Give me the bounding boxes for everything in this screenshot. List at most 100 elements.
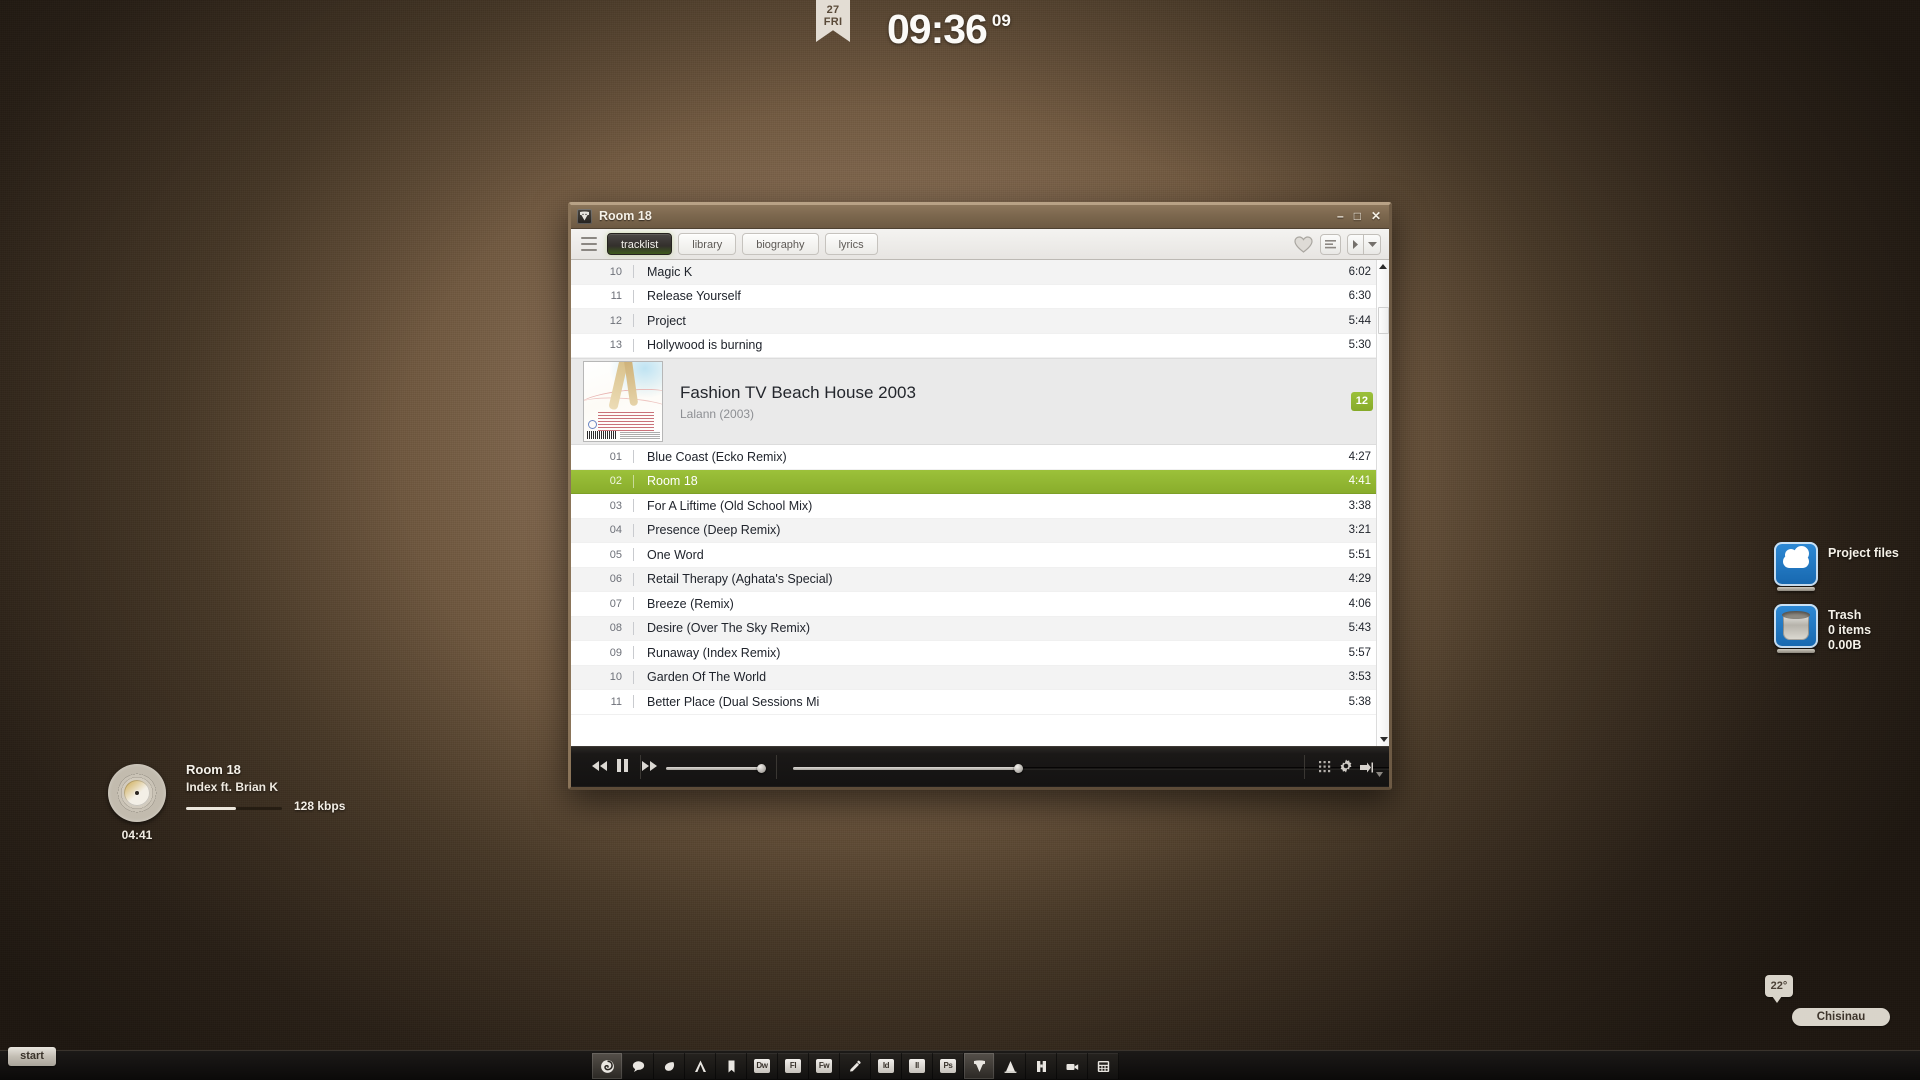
pause-button[interactable] bbox=[617, 759, 628, 777]
clock-seconds: 09 bbox=[991, 11, 1011, 30]
vinyl-record-icon bbox=[108, 764, 166, 822]
track-title: Better Place (Dual Sessions Mi bbox=[647, 694, 820, 709]
table-row[interactable]: 10 Garden Of The World 3:53 bbox=[571, 665, 1389, 690]
table-row[interactable]: 04 Presence (Deep Remix) 3:21 bbox=[571, 518, 1389, 543]
row-separator bbox=[633, 450, 634, 464]
scroll-up-arrow[interactable] bbox=[1377, 260, 1389, 273]
close-button[interactable]: ✕ bbox=[1371, 208, 1381, 224]
taskbar-button-illustrator[interactable]: Il bbox=[902, 1053, 933, 1079]
album-artist-year: Lalann (2003) bbox=[680, 406, 755, 421]
photoshop-icon: Ps bbox=[940, 1059, 956, 1073]
settings-gear-icon[interactable] bbox=[1339, 759, 1353, 778]
track-number: 01 bbox=[609, 450, 622, 463]
weather-city-label[interactable]: Chisinau bbox=[1792, 1008, 1890, 1026]
table-row[interactable]: 05 One Word 5:51 bbox=[571, 543, 1389, 568]
track-title: Project bbox=[647, 313, 686, 328]
trash-size: 0.00B bbox=[1828, 638, 1862, 652]
table-row[interactable]: 10 Magic K 6:02 bbox=[571, 260, 1389, 285]
chevron-down-icon[interactable] bbox=[1376, 764, 1383, 782]
table-row[interactable]: 01 Blue Coast (Ecko Remix) 4:27 bbox=[571, 445, 1389, 470]
album-header[interactable]: Fashion TV Beach House 2003 Lalann (2003… bbox=[571, 358, 1389, 445]
row-separator bbox=[633, 621, 634, 635]
album-text-block: Fashion TV Beach House 2003 Lalann (2003… bbox=[680, 383, 916, 421]
window-title: Room 18 bbox=[599, 209, 652, 223]
taskbar-button-calculator[interactable] bbox=[1088, 1053, 1119, 1079]
taskbar-button-dreamweaver[interactable]: Dw bbox=[747, 1053, 778, 1079]
next-button[interactable] bbox=[641, 759, 658, 777]
taskbar-button-color-picker[interactable] bbox=[840, 1053, 871, 1079]
table-row[interactable]: 13 Hollywood is burning 5:30 bbox=[571, 334, 1389, 358]
widget-progress-bar[interactable] bbox=[186, 807, 282, 810]
color-picker-icon bbox=[847, 1059, 864, 1074]
album-title: Fashion TV Beach House 2003 bbox=[680, 382, 916, 402]
chevron-down-icon[interactable] bbox=[1364, 234, 1381, 255]
desktop-icon-project-files[interactable]: Project files bbox=[1774, 542, 1899, 591]
table-row[interactable]: 11 Better Place (Dual Sessions Mi 5:38 bbox=[571, 690, 1389, 715]
album-track-count-badge: 12 bbox=[1350, 392, 1373, 411]
cloud-icon bbox=[1774, 542, 1818, 591]
tracklist-scroll-area[interactable]: 10 Magic K 6:02 11 Release Yourself 6:30… bbox=[571, 260, 1389, 746]
row-separator bbox=[633, 695, 634, 709]
taskbar-button-after-effects[interactable] bbox=[685, 1053, 716, 1079]
taskbar-button-flash[interactable]: Fl bbox=[778, 1053, 809, 1079]
track-title: Release Yourself bbox=[647, 289, 741, 304]
table-row[interactable]: 07 Breeze (Remix) 4:06 bbox=[571, 592, 1389, 617]
volume-slider[interactable] bbox=[666, 764, 766, 773]
widget-track-title: Room 18 bbox=[186, 762, 241, 777]
table-row[interactable]: 11 Release Yourself 6:30 bbox=[571, 285, 1389, 309]
taskbar-button-binoculars[interactable] bbox=[1026, 1053, 1057, 1079]
row-separator bbox=[633, 572, 634, 586]
taskbar-button-music-player[interactable] bbox=[964, 1053, 995, 1079]
dreamweaver-icon: Dw bbox=[754, 1059, 770, 1073]
track-number: 09 bbox=[609, 646, 622, 659]
table-row[interactable]: 09 Runaway (Index Remix) 5:57 bbox=[571, 641, 1389, 666]
music-player-window[interactable]: Room 18 – □ ✕ tracklist library biograph… bbox=[568, 202, 1392, 790]
heart-icon[interactable] bbox=[1293, 234, 1313, 254]
table-row[interactable]: 02 Room 18 4:41 bbox=[571, 469, 1389, 494]
tab-library[interactable]: library bbox=[678, 233, 737, 255]
next-icon[interactable] bbox=[1347, 234, 1364, 255]
scroll-down-arrow[interactable] bbox=[1377, 733, 1389, 746]
row-separator bbox=[633, 499, 634, 513]
tab-lyrics[interactable]: lyrics bbox=[824, 233, 878, 255]
previous-button[interactable] bbox=[591, 759, 608, 777]
desktop-icon-trash[interactable]: Trash 0 items 0.00B bbox=[1774, 604, 1871, 653]
minimize-button[interactable]: – bbox=[1337, 208, 1344, 224]
scrollbar-thumb[interactable] bbox=[1378, 307, 1389, 334]
album-cover-art[interactable] bbox=[583, 361, 663, 442]
desktop-icon-label: Project files bbox=[1828, 546, 1899, 561]
row-separator bbox=[633, 597, 634, 611]
weather-temperature-bubble[interactable]: 22° bbox=[1765, 975, 1793, 1003]
track-number: 11 bbox=[610, 695, 622, 708]
track-title: Blue Coast (Ecko Remix) bbox=[647, 449, 787, 464]
table-row[interactable]: 06 Retail Therapy (Aghata's Special) 4:29 bbox=[571, 567, 1389, 592]
table-row[interactable]: 12 Project 5:44 bbox=[571, 309, 1389, 334]
taskbar-button-photoshop[interactable]: Ps bbox=[933, 1053, 964, 1079]
table-row[interactable]: 08 Desire (Over The Sky Remix) 5:43 bbox=[571, 616, 1389, 641]
taskbar[interactable]: start Dw Fl Fw Id Il Ps bbox=[0, 1047, 1920, 1080]
taskbar-button-leaf[interactable] bbox=[654, 1053, 685, 1079]
seek-slider[interactable] bbox=[793, 764, 1389, 773]
menu-icon[interactable] bbox=[581, 237, 597, 251]
cone-icon bbox=[1002, 1059, 1019, 1074]
taskbar-button-cone[interactable] bbox=[995, 1053, 1026, 1079]
taskbar-button-firefox[interactable] bbox=[592, 1053, 623, 1079]
taskbar-button-fireworks[interactable]: Fw bbox=[809, 1053, 840, 1079]
track-title: Magic K bbox=[647, 264, 693, 279]
vertical-scrollbar[interactable] bbox=[1376, 260, 1389, 746]
table-row[interactable]: 03 For A Liftime (Old School Mix) 3:38 bbox=[571, 494, 1389, 519]
playlist-end-icon[interactable] bbox=[1360, 760, 1373, 778]
grid-icon[interactable] bbox=[1319, 760, 1331, 778]
track-title: Breeze (Remix) bbox=[647, 596, 734, 611]
taskbar-button-indesign[interactable]: Id bbox=[871, 1053, 902, 1079]
taskbar-button-chat-bubble[interactable] bbox=[623, 1053, 654, 1079]
taskbar-button-camcorder[interactable] bbox=[1057, 1053, 1088, 1079]
tab-tracklist[interactable]: tracklist bbox=[607, 233, 673, 255]
taskbar-button-bookmark[interactable] bbox=[716, 1053, 747, 1079]
tab-biography[interactable]: biography bbox=[742, 233, 819, 255]
maximize-button[interactable]: □ bbox=[1354, 208, 1361, 224]
list-view-icon[interactable] bbox=[1320, 234, 1341, 255]
start-button[interactable]: start bbox=[8, 1047, 56, 1066]
track-number: 04 bbox=[609, 524, 622, 537]
window-titlebar[interactable]: Room 18 – □ ✕ bbox=[571, 205, 1389, 229]
